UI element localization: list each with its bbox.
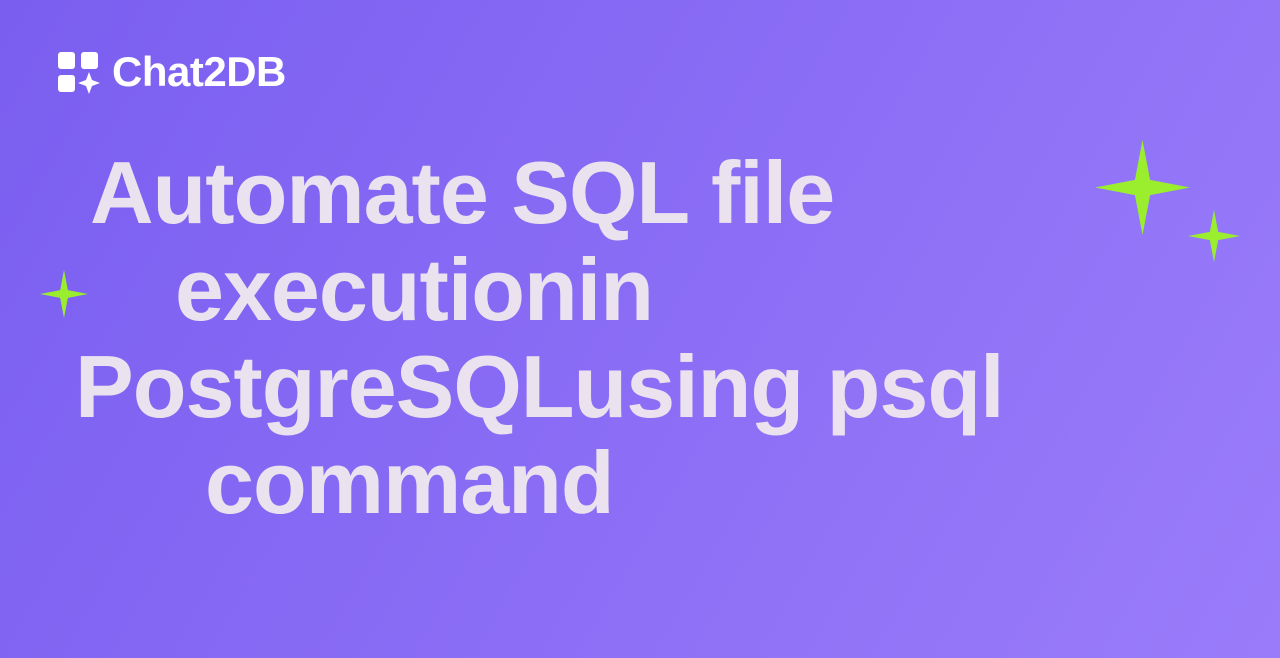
title-line-3: PostgreSQLusing psql — [75, 339, 1240, 436]
sparkle-icon-small — [40, 270, 88, 318]
sparkle-icon-medium — [1188, 210, 1240, 262]
title-line-1: Automate SQL file — [75, 145, 1240, 242]
brand-logo-icon — [56, 50, 100, 94]
brand-logo: Chat2DB — [56, 48, 286, 96]
page-title: Automate SQL file executionin PostgreSQL… — [75, 145, 1240, 532]
brand-logo-text: Chat2DB — [112, 48, 286, 96]
title-line-4: command — [75, 435, 1240, 532]
sparkle-icon-large — [1095, 140, 1190, 235]
title-line-2: executionin — [75, 242, 1240, 339]
